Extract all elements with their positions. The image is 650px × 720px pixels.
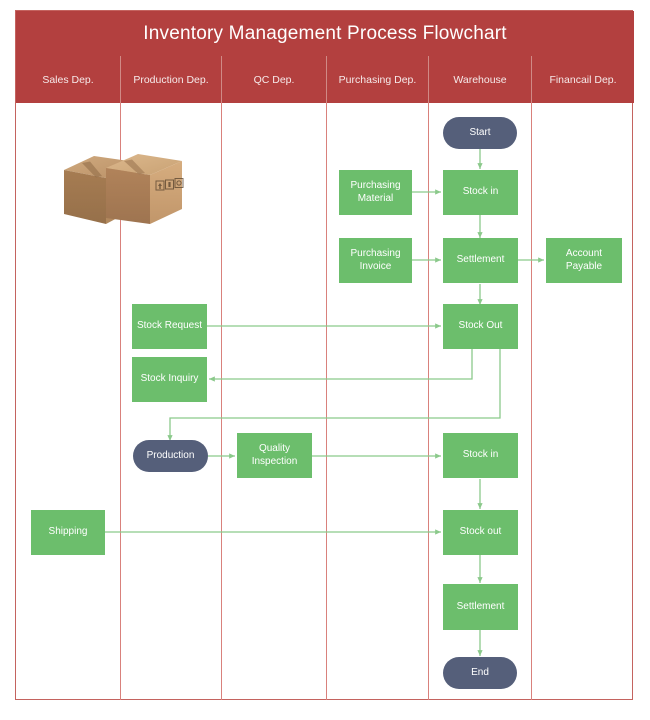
- node-shipping[interactable]: Shipping: [31, 510, 105, 555]
- node-stock-out-2[interactable]: Stock out: [443, 510, 518, 555]
- lane-header-financial[interactable]: Financail Dep.: [531, 56, 634, 103]
- node-quality-inspection[interactable]: Quality Inspection: [237, 433, 312, 478]
- node-account-payable[interactable]: Account Payable: [546, 238, 622, 283]
- lane-header-row: Sales Dep. Production Dep. QC Dep. Purch…: [16, 56, 634, 103]
- node-stock-inquiry[interactable]: Stock Inquiry: [132, 357, 207, 402]
- node-stock-out-1[interactable]: Stock Out: [443, 304, 518, 349]
- node-settlement-1[interactable]: Settlement: [443, 238, 518, 283]
- node-stock-in-1[interactable]: Stock in: [443, 170, 518, 215]
- lane-divider-warehouse-financial: [531, 103, 532, 700]
- lane-header-sales[interactable]: Sales Dep.: [16, 56, 120, 103]
- lane-header-qc[interactable]: QC Dep.: [221, 56, 326, 103]
- node-settlement-2[interactable]: Settlement: [443, 584, 518, 630]
- node-production[interactable]: Production: [133, 440, 208, 472]
- lane-header-purchasing[interactable]: Purchasing Dep.: [326, 56, 428, 103]
- lane-header-warehouse[interactable]: Warehouse: [428, 56, 531, 103]
- node-purchasing-invoice[interactable]: Purchasing Invoice: [339, 238, 412, 283]
- node-purchasing-material[interactable]: Purchasing Material: [339, 170, 412, 215]
- node-end[interactable]: End: [443, 657, 517, 689]
- node-start[interactable]: Start: [443, 117, 517, 149]
- cardboard-box-front: [106, 154, 184, 224]
- node-stock-in-2[interactable]: Stock in: [443, 433, 518, 478]
- lane-divider-qc-purchasing: [326, 103, 327, 700]
- flowchart-canvas: Inventory Management Process Flowchart S…: [0, 0, 650, 720]
- lane-divider-purchasing-warehouse: [428, 103, 429, 700]
- node-stock-request[interactable]: Stock Request: [132, 304, 207, 349]
- page-title: Inventory Management Process Flowchart: [16, 11, 634, 56]
- swimlane-frame: Inventory Management Process Flowchart S…: [15, 10, 634, 700]
- lane-divider-production-qc: [221, 103, 222, 700]
- lane-header-production[interactable]: Production Dep.: [120, 56, 221, 103]
- cardboard-boxes-illustration: [64, 154, 184, 224]
